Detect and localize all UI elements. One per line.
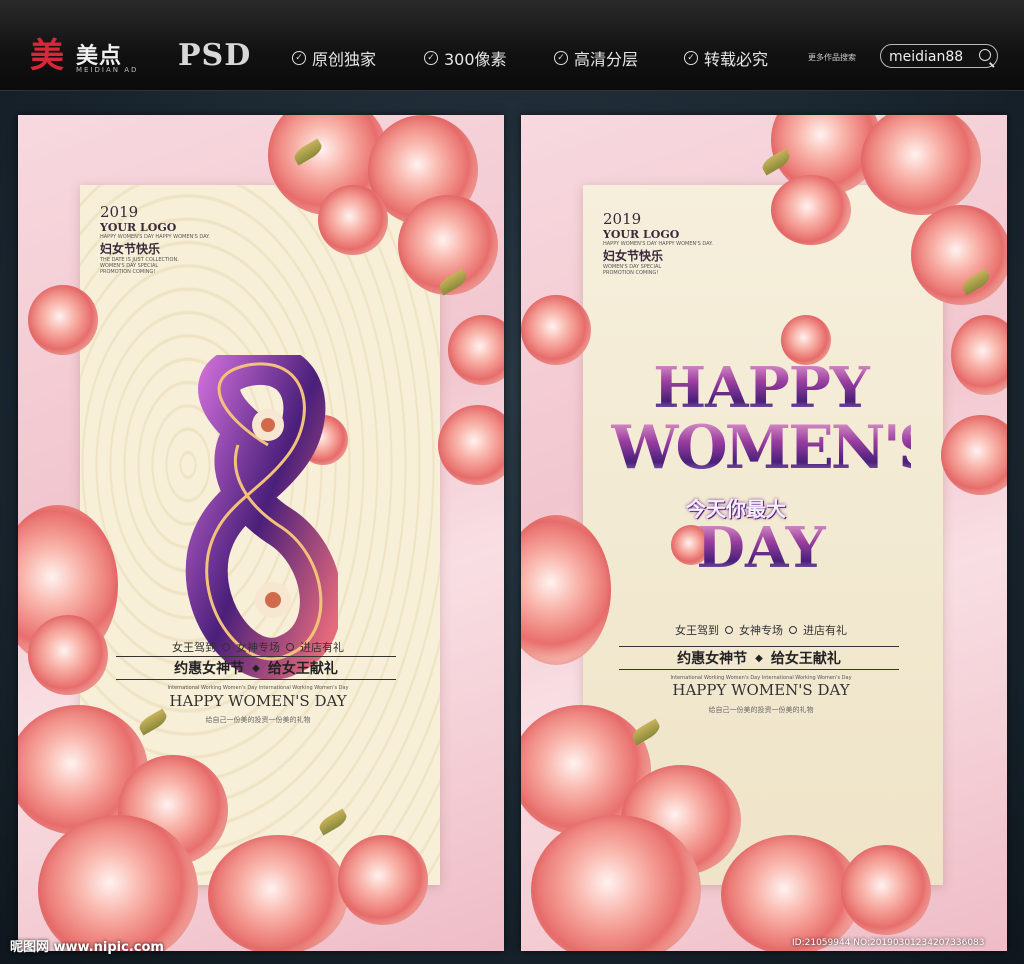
poster-year: 2019: [100, 203, 139, 221]
bullet-icon: [789, 626, 797, 634]
rose-decoration: [841, 845, 931, 935]
diamond-icon: ◆: [252, 662, 260, 674]
bullet-icon: [222, 643, 230, 651]
rose-decoration: [448, 315, 504, 385]
poster-logo: YOUR LOGO: [100, 221, 177, 234]
rose-decoration: [28, 615, 108, 695]
rose-decoration: [911, 205, 1007, 305]
brand-logo-icon: 美: [30, 36, 64, 76]
event-list: 女王驾到 女神专场 进店有礼: [675, 624, 847, 637]
bullet-icon: [725, 626, 733, 634]
poster-year: 2019: [603, 210, 642, 228]
search-box[interactable]: meidian88: [880, 44, 998, 68]
search-icon[interactable]: [979, 49, 991, 61]
rose-decoration: [771, 175, 851, 245]
rose-decoration: [438, 405, 504, 485]
check-icon: ✓: [554, 51, 568, 65]
brand-subtitle: MEIDIAN AD: [76, 66, 139, 74]
check-icon: ✓: [424, 51, 438, 65]
poster-right: 2019 YOUR LOGO HAPPY WOMEN'S DAY HAPPY W…: [521, 115, 1007, 951]
more-works-label: 更多作品搜索: [808, 53, 856, 62]
site-watermark: 昵图网 www.nipic.com: [10, 940, 164, 955]
rose-decoration: [941, 415, 1007, 495]
diamond-icon: ◆: [755, 652, 763, 664]
feature-original: ✓ 原创独家: [292, 46, 376, 70]
feature-layers: ✓ 高清分层: [554, 46, 638, 70]
top-bar: 美 美点 MEIDIAN AD PSD ✓ 原创独家 ✓ 300像素 ✓ 高清分…: [0, 0, 1024, 91]
happy-womens-day-text: HAPPY WOMEN'S DAY: [672, 681, 850, 699]
rose-decoration: [338, 835, 428, 925]
rose-decoration: [28, 285, 98, 355]
tagline-bar: 约惠女神节 ◆ 给女王献礼: [116, 656, 396, 680]
headline-womens: WOMEN'S: [611, 413, 941, 483]
poster-title-cn: 妇女节快乐: [603, 249, 664, 263]
poster-meta: 2019 YOUR LOGO HAPPY WOMEN'S DAY HAPPY W…: [603, 210, 713, 276]
poster-logo: YOUR LOGO: [603, 228, 680, 241]
tagline-bar: 约惠女神节 ◆ 给女王献礼: [619, 646, 899, 670]
poster-meta: 2019 YOUR LOGO HAPPY WOMEN'S DAY HAPPY W…: [100, 203, 210, 275]
image-id-text: ID:21059944 NO:20190301234207336083: [792, 938, 985, 948]
format-label: PSD: [178, 38, 252, 73]
feature-copyright: ✓ 转载必究: [684, 46, 768, 70]
headline-happy: HAPPY: [611, 355, 911, 421]
rose-decoration: [951, 315, 1007, 395]
rose-decoration: [721, 835, 861, 951]
bullet-icon: [286, 643, 294, 651]
poster-title-cn: 妇女节快乐: [100, 242, 161, 256]
poster-left: 2019 YOUR LOGO HAPPY WOMEN'S DAY HAPPY W…: [18, 115, 504, 951]
check-icon: ✓: [684, 51, 698, 65]
feature-resolution: ✓ 300像素: [424, 46, 507, 70]
happy-womens-day-text: HAPPY WOMEN'S DAY: [169, 692, 347, 710]
check-icon: ✓: [292, 51, 306, 65]
rose-decoration: [861, 115, 981, 215]
event-list: 女王驾到 女神专场 进店有礼: [172, 641, 344, 654]
rose-decoration: [318, 185, 388, 255]
rose-decoration: [208, 835, 348, 951]
search-value: meidian88: [889, 49, 964, 65]
headline-day: DAY: [611, 515, 911, 581]
rose-decoration: [521, 295, 591, 365]
